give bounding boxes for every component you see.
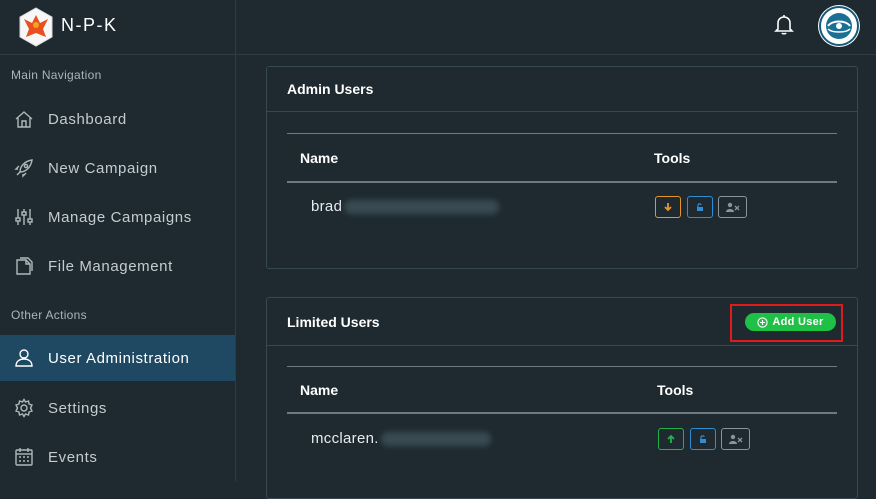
sidebar-item-file-management[interactable]: File Management bbox=[0, 243, 235, 289]
table-top-border bbox=[287, 133, 837, 134]
table-row: mcclaren. bbox=[311, 430, 491, 447]
table-header-border bbox=[287, 181, 837, 183]
calendar-icon bbox=[13, 446, 35, 468]
remove-user-button[interactable] bbox=[718, 196, 747, 218]
sidebar-item-label: File Management bbox=[48, 257, 173, 275]
table-header-border bbox=[287, 412, 837, 414]
column-header-tools: Tools bbox=[654, 150, 691, 166]
avatar-emblem-icon bbox=[819, 6, 859, 46]
unlock-icon bbox=[697, 203, 703, 211]
sidebar: N-P-K Main Navigation Dashboard New Camp… bbox=[0, 0, 236, 481]
sidebar-item-events[interactable]: Events bbox=[0, 434, 235, 480]
admin-users-title: Admin Users bbox=[287, 81, 374, 97]
sidebar-item-label: Settings bbox=[48, 399, 107, 417]
sliders-icon bbox=[13, 206, 35, 228]
files-icon bbox=[13, 255, 35, 277]
table-top-border bbox=[287, 366, 837, 367]
sidebar-item-manage-campaigns[interactable]: Manage Campaigns bbox=[0, 194, 235, 240]
remove-user-button[interactable] bbox=[721, 428, 750, 450]
sidebar-item-label: New Campaign bbox=[48, 159, 158, 177]
phoenix-logo-icon[interactable] bbox=[18, 7, 54, 47]
admin-users-card: Admin Users Name Tools brad bbox=[266, 66, 858, 269]
brand: N-P-K bbox=[0, 0, 235, 55]
brand-name[interactable]: N-P-K bbox=[61, 15, 118, 36]
sidebar-item-user-administration[interactable]: User Administration bbox=[0, 335, 235, 381]
user-remove-icon bbox=[725, 202, 739, 212]
home-icon bbox=[13, 108, 35, 130]
column-header-name: Name bbox=[300, 150, 339, 166]
user-icon bbox=[13, 347, 35, 369]
user-name: mcclaren. bbox=[311, 430, 379, 447]
avatar[interactable] bbox=[818, 5, 860, 47]
admin-users-card-header: Admin Users bbox=[267, 67, 857, 112]
limited-users-title: Limited Users bbox=[287, 314, 380, 330]
user-remove-icon bbox=[728, 434, 742, 444]
unlock-icon bbox=[700, 435, 706, 443]
rocket-icon bbox=[13, 157, 35, 179]
sidebar-item-label: Dashboard bbox=[48, 110, 127, 128]
arrow-down-icon bbox=[664, 203, 672, 212]
user-name: brad bbox=[311, 198, 343, 215]
topbar bbox=[236, 0, 876, 55]
unlock-user-button[interactable] bbox=[687, 196, 713, 218]
sidebar-item-label: User Administration bbox=[48, 349, 190, 367]
sidebar-item-dashboard[interactable]: Dashboard bbox=[0, 96, 235, 142]
redacted-text bbox=[344, 200, 500, 215]
redacted-text bbox=[380, 432, 491, 447]
sidebar-item-label: Manage Campaigns bbox=[48, 208, 192, 226]
bell-icon[interactable] bbox=[772, 12, 796, 36]
sidebar-item-new-campaign[interactable]: New Campaign bbox=[0, 145, 235, 191]
sidebar-item-settings[interactable]: Settings bbox=[0, 385, 235, 431]
section-label-main: Main Navigation bbox=[11, 68, 102, 82]
gear-icon bbox=[13, 397, 35, 419]
unlock-user-button[interactable] bbox=[690, 428, 716, 450]
column-header-tools: Tools bbox=[657, 382, 694, 398]
promote-user-button[interactable] bbox=[658, 428, 684, 450]
table-row: brad bbox=[311, 198, 500, 215]
demote-user-button[interactable] bbox=[655, 196, 681, 218]
arrow-up-icon bbox=[667, 434, 675, 443]
section-label-other: Other Actions bbox=[11, 308, 87, 322]
highlight-box bbox=[730, 304, 843, 342]
sidebar-item-label: Events bbox=[48, 448, 98, 466]
column-header-name: Name bbox=[300, 382, 339, 398]
